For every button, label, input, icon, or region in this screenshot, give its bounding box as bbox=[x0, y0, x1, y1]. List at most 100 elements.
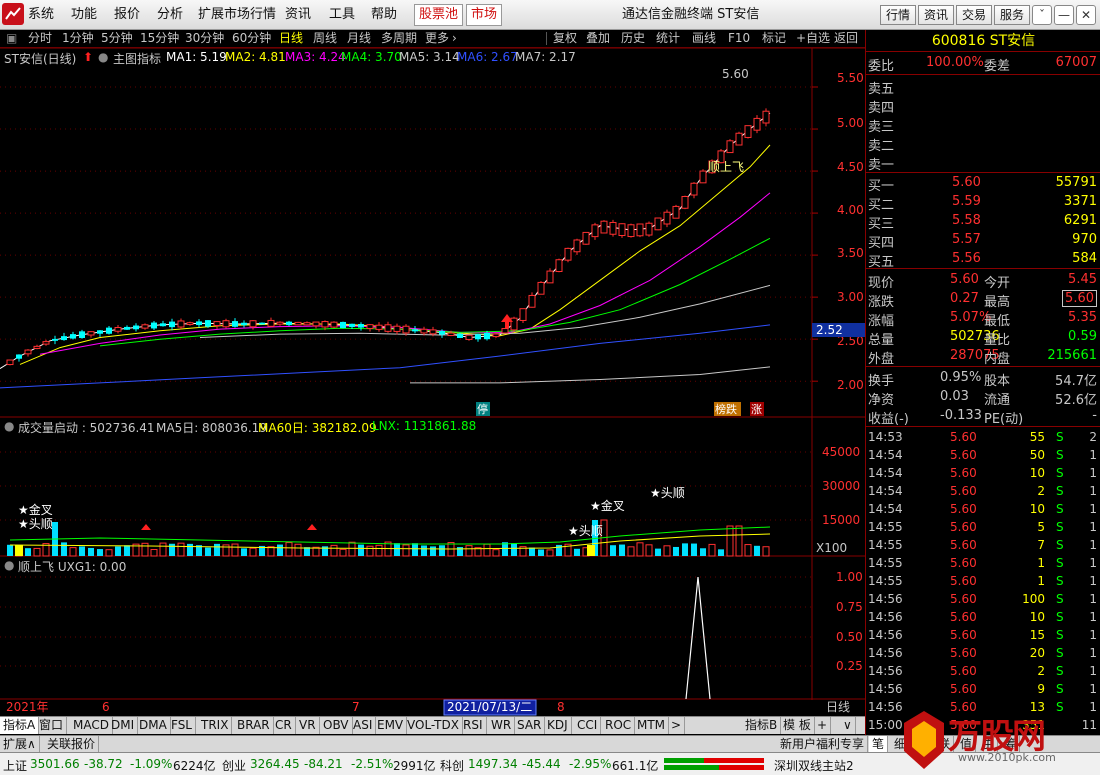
tick-side: S bbox=[1056, 520, 1064, 534]
indicator-tab[interactable]: BRAR bbox=[234, 717, 274, 734]
panel-tab[interactable]: 笔 bbox=[869, 736, 889, 753]
indicator-tab[interactable]: WR bbox=[488, 717, 516, 734]
news-button[interactable]: 资讯 bbox=[918, 5, 955, 25]
tick-volume: 50 bbox=[1029, 448, 1045, 462]
indicator-tab[interactable]: > bbox=[668, 717, 686, 734]
buy-row-2[interactable]: 买二 5.59 3371 bbox=[866, 193, 1100, 213]
volume-bar-down bbox=[421, 545, 427, 556]
tick-row[interactable]: 14:55 5.60 1 S 1 bbox=[866, 554, 1100, 572]
ma5-value: MA5: 3.14 bbox=[399, 50, 460, 64]
indicator-tab[interactable]: DMA bbox=[136, 717, 171, 734]
stat-label: 最低 bbox=[984, 314, 1011, 329]
candle-body-down bbox=[61, 336, 67, 341]
chart-grid bbox=[0, 47, 865, 700]
indicator-toggle-icon[interactable]: ● bbox=[98, 50, 108, 64]
volume-lnx: LNX: 1131861.88 bbox=[372, 419, 477, 433]
indicator-tab[interactable]: 指标A bbox=[0, 717, 40, 734]
buy-level-label: 买四 bbox=[868, 236, 895, 251]
close-icon[interactable]: ✕ bbox=[1076, 5, 1096, 25]
indicator-tab[interactable]: FSL bbox=[168, 717, 196, 734]
indicator-toggle-icon-2[interactable]: ● bbox=[4, 558, 14, 572]
tick-time: 14:56 bbox=[868, 664, 903, 678]
indicator-tab[interactable]: SAR bbox=[514, 717, 546, 734]
tick-time: 14:56 bbox=[868, 610, 903, 624]
indicator-tab[interactable]: KDJ bbox=[544, 717, 572, 734]
service-button[interactable]: 服务 bbox=[994, 5, 1031, 25]
tick-row[interactable]: 14:53 5.60 55 S 2 bbox=[866, 428, 1100, 446]
indicator-tab[interactable]: MTM bbox=[634, 717, 670, 734]
tick-row[interactable]: 14:56 5.60 100 S 1 bbox=[866, 590, 1100, 608]
volume-bar-up bbox=[636, 542, 644, 557]
price-tick: 4.00 bbox=[837, 203, 864, 217]
tick-row[interactable]: 14:54 5.60 10 S 1 bbox=[866, 500, 1100, 518]
indicator-tab[interactable]: ASI bbox=[350, 717, 377, 734]
server-label[interactable]: 深圳双线主站2 bbox=[774, 757, 854, 774]
indicator-tab[interactable]: DMI bbox=[108, 717, 139, 734]
trade-button[interactable]: 交易 bbox=[956, 5, 993, 25]
candle-body-down bbox=[151, 322, 157, 329]
app-window: 系统 功能 报价 分析 扩展市场行情 资讯 工具 帮助 股票池 市场 通达信金融… bbox=[0, 0, 1100, 775]
indicator-tab[interactable]: 窗口 bbox=[36, 717, 68, 734]
kc-amount: 661.1亿 bbox=[612, 759, 659, 773]
cy-label[interactable]: 创业 bbox=[222, 757, 246, 774]
buy-row-5[interactable]: 买五 5.56 584 bbox=[866, 250, 1100, 270]
indicator-tab[interactable]: TRIX bbox=[198, 717, 233, 734]
tick-time: 14:54 bbox=[868, 502, 903, 516]
divider bbox=[866, 426, 1100, 427]
stat-label: 最高 bbox=[984, 295, 1011, 310]
indicator-tab[interactable]: VR bbox=[296, 717, 320, 734]
tick-row[interactable]: 14:54 5.60 50 S 1 bbox=[866, 446, 1100, 464]
tick-row[interactable]: 14:55 5.60 1 S 1 bbox=[866, 572, 1100, 590]
candle-body-up bbox=[528, 294, 536, 308]
indicator-tab[interactable]: CCI bbox=[574, 717, 602, 734]
indicator-tab[interactable]: MACD bbox=[70, 717, 113, 734]
tick-row[interactable]: 14:56 5.60 2 S 1 bbox=[866, 662, 1100, 680]
tick-row[interactable]: 14:54 5.60 10 S 1 bbox=[866, 464, 1100, 482]
indicator-b-tab[interactable]: + bbox=[814, 717, 832, 734]
price-tick: 4.50 bbox=[837, 160, 864, 174]
tick-row[interactable]: 14:56 5.60 10 S 1 bbox=[866, 608, 1100, 626]
candle-body-up bbox=[114, 327, 122, 332]
indicator-tab[interactable]: OBV bbox=[320, 717, 353, 734]
tick-row[interactable]: 14:56 5.60 15 S 1 bbox=[866, 626, 1100, 644]
minimize-icon[interactable]: — bbox=[1054, 5, 1074, 25]
indicator-tab[interactable]: CR bbox=[272, 717, 296, 734]
candle-body-up bbox=[582, 231, 590, 245]
buy-row-4[interactable]: 买四 5.57 970 bbox=[866, 231, 1100, 251]
tick-row[interactable]: 14:55 5.60 7 S 1 bbox=[866, 536, 1100, 554]
tick-row[interactable]: 14:54 5.60 2 S 1 bbox=[866, 482, 1100, 500]
related-quote-tab[interactable]: 关联报价 bbox=[44, 736, 100, 753]
volume-bar-up bbox=[150, 549, 158, 557]
indicator-tab[interactable]: ROC bbox=[602, 717, 636, 734]
indicator-tab[interactable]: EMV bbox=[374, 717, 408, 734]
main-indicator-label[interactable]: 主图指标 bbox=[113, 50, 161, 67]
volume-toggle-icon[interactable]: ● bbox=[4, 419, 14, 433]
stat-row: 涨跌 0.27 最高 5.60 bbox=[866, 290, 1100, 310]
candle-body-down bbox=[160, 323, 166, 327]
panel-tab[interactable]: 新用户福利专享 bbox=[777, 736, 869, 753]
tick-price: 5.60 bbox=[950, 448, 977, 462]
tick-row[interactable]: 14:56 5.60 20 S 1 bbox=[866, 644, 1100, 662]
candle-body-up bbox=[186, 322, 194, 326]
extend-tab[interactable]: 扩展∧ bbox=[0, 736, 40, 753]
indicator-b-tab[interactable]: 模 板 bbox=[780, 717, 815, 734]
quote-button[interactable]: 行情 bbox=[880, 5, 917, 25]
buy-row-3[interactable]: 买三 5.58 6291 bbox=[866, 212, 1100, 232]
stat-row: 总量 502736 量比 0.59 bbox=[866, 328, 1100, 348]
tick-row[interactable]: 14:56 5.60 9 S 1 bbox=[866, 680, 1100, 698]
volume-bar-up bbox=[735, 525, 743, 557]
indicator-b-tab[interactable]: ∨ bbox=[840, 717, 856, 734]
tick-row[interactable]: 14:55 5.60 5 S 1 bbox=[866, 518, 1100, 536]
indicator-tab[interactable]: VOL-TDX bbox=[404, 717, 463, 734]
kline-chart-area[interactable]: 5.50 5.00 4.50 4.00 3.50 3.00 2.50 2.00 … bbox=[0, 0, 865, 716]
financial-row: 收益(-) -0.133 PE(动) - bbox=[866, 407, 1100, 427]
dropdown-icon[interactable]: ˇ bbox=[1032, 5, 1052, 25]
kc-label[interactable]: 科创 bbox=[440, 757, 464, 774]
fin-label: 换手 bbox=[868, 374, 895, 389]
sh-label[interactable]: 上证 bbox=[3, 757, 27, 774]
indicator-b-tab[interactable]: 指标B bbox=[742, 717, 782, 734]
tick-price: 5.60 bbox=[950, 682, 977, 696]
volume-bar-down bbox=[241, 548, 247, 556]
buy-row-1[interactable]: 买一 5.60 55791 bbox=[866, 174, 1100, 194]
indicator-tab[interactable]: RSI bbox=[460, 717, 487, 734]
